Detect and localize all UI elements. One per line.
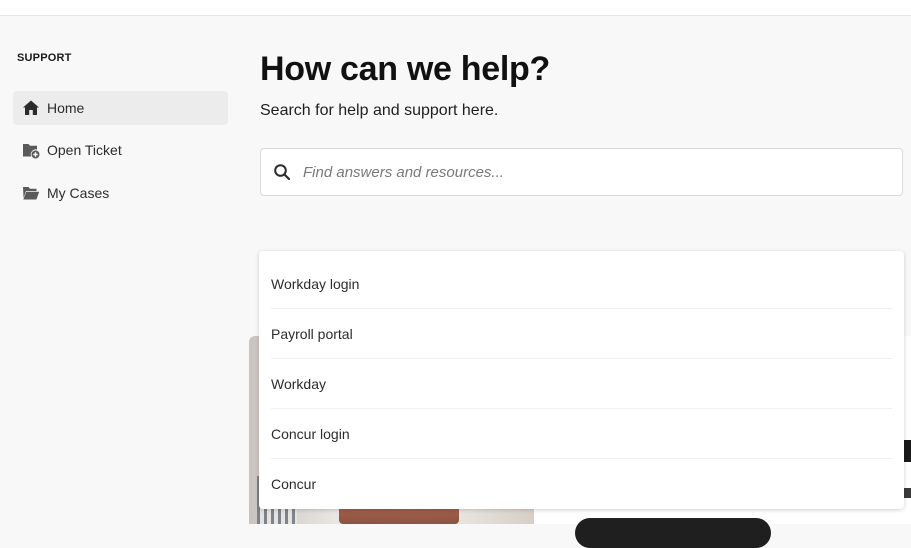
search-box[interactable] [260, 148, 903, 196]
folder-add-icon [21, 140, 41, 160]
suggestion-item[interactable]: Workday [271, 359, 892, 409]
page-subtitle: Search for help and support here. [260, 102, 499, 119]
sidebar-heading: SUPPORT [17, 52, 72, 64]
page-title: How can we help? [260, 50, 550, 88]
search-input[interactable] [301, 162, 865, 182]
folder-open-icon [21, 183, 41, 203]
hero-heading-fragment [903, 440, 911, 462]
sidebar-item-label: Open Ticket [47, 142, 122, 158]
search-suggestions-dropdown: Workday login Payroll portal Workday Con… [259, 251, 904, 509]
home-icon [21, 98, 41, 118]
suggestion-item[interactable]: Workday login [271, 259, 892, 309]
suggestion-item[interactable]: Concur login [271, 409, 892, 459]
sidebar: SUPPORT Home Open Ticket My Cases [0, 16, 240, 524]
hero-text-fragment [904, 488, 911, 498]
sidebar-item-open-ticket[interactable]: Open Ticket [13, 133, 228, 167]
suggestion-item[interactable]: Payroll portal [271, 309, 892, 359]
top-bar [0, 0, 911, 16]
sidebar-item-my-cases[interactable]: My Cases [13, 176, 228, 210]
hero-button[interactable] [575, 518, 771, 548]
suggestion-item[interactable]: Concur [271, 459, 892, 508]
sidebar-item-label: My Cases [47, 185, 110, 201]
sidebar-item-label: Home [47, 100, 85, 116]
search-icon [273, 163, 291, 181]
sidebar-item-home[interactable]: Home [13, 91, 228, 125]
